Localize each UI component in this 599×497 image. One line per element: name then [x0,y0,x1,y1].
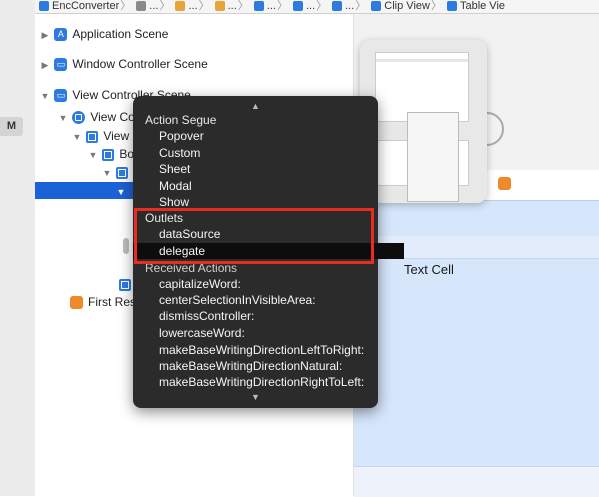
storyboard-icon [175,1,186,11]
action-item[interactable]: centerSelectionInVisibleArea: [133,292,404,308]
scroll-up-arrow-icon[interactable]: ▲ [133,101,378,111]
action-item[interactable]: dismissController: [133,308,404,324]
source-control-badge: M [0,117,23,136]
jumpbar-item[interactable]: ... [306,0,315,12]
jump-bar: EncConverter〉 ...〉 ...〉 ...〉 ...〉 ...〉 ...〉 Cli… [35,0,599,14]
view-controller-icon [72,111,86,125]
storyboard-icon [214,1,225,11]
outline-label: View Co [90,110,135,124]
outline-row-view-controller[interactable]: ▼ View Co [57,108,135,126]
outline-label: Bo [119,147,135,161]
segue-sheet[interactable]: Sheet [133,161,404,177]
window-scene-icon: ▭ [54,58,68,72]
jumpbar-item[interactable]: ... [149,0,158,12]
chevron-right-icon: 〉 [430,0,442,12]
clip-view-icon [116,166,129,179]
segue-modal[interactable]: Modal [133,178,404,194]
jumpbar-item[interactable]: Table Vie [460,0,505,12]
outline-row-first-responder[interactable]: First Res [70,293,136,311]
outline-row-application-scene[interactable]: ▶ A Application Scene [39,25,168,43]
chevron-right-icon: 〉 [355,0,367,12]
disclosure-right-icon[interactable]: ▶ [39,26,51,44]
disclosure-down-icon[interactable]: ▼ [101,164,113,182]
action-item[interactable]: lowercaseWord: [133,325,404,341]
action-item[interactable]: makeBaseWritingDirectionLeftToRight: [133,342,404,358]
jumpbar-item[interactable]: EncConverter [52,0,119,12]
scene-icon [253,1,264,11]
table-column-icon [119,278,131,291]
view-icon [86,130,99,143]
jumpbar-item[interactable]: ... [228,0,237,12]
outline-row-clip-view[interactable]: ▼ [101,163,133,181]
jumpbar-item[interactable]: ... [345,0,354,12]
segue-custom[interactable]: Custom [133,145,404,161]
outlets-highlight-box [134,208,374,264]
text-cell[interactable]: Text Cell [404,262,454,277]
disclosure-down-icon[interactable]: ▼ [57,109,69,127]
folder-icon [136,1,147,11]
chevron-right-icon: 〉 [316,0,328,12]
thumbnail-overlay [407,112,459,202]
chevron-right-icon: 〉 [159,0,171,12]
scroll-view-icon [102,148,115,161]
outline-row-bordered-scroll-view[interactable]: ▼ Bo [87,145,135,164]
chevron-right-icon: 〉 [276,0,288,12]
canvas-bottom-strip [354,466,599,497]
outline-row-table-view[interactable]: ▼ [115,182,127,200]
left-gutter [0,0,36,496]
view-icon [332,1,343,11]
chevron-right-icon: 〉 [198,0,210,12]
project-icon [39,1,49,11]
disclosure-right-icon[interactable]: ▶ [39,56,51,74]
table-view-icon [446,1,457,11]
chevron-right-icon: 〉 [120,0,132,12]
outline-row-window-controller-scene[interactable]: ▶ ▭ Window Controller Scene [39,55,208,73]
scroll-down-arrow-icon[interactable]: ▼ [133,392,378,402]
jumpbar-item[interactable]: ... [267,0,276,12]
outline-label: Application Scene [72,27,169,41]
outline-label: First Res [88,295,136,309]
jumpbar-item[interactable]: Clip View [384,0,430,12]
chevron-right-icon: 〉 [237,0,249,12]
clip-view-icon [371,1,382,11]
segue-popover[interactable]: Popover [133,128,404,144]
disclosure-down-icon[interactable]: ▼ [71,128,83,146]
first-responder-dock-icon[interactable] [498,177,511,190]
outline-row-view[interactable]: ▼ View [71,127,130,146]
outline-label: View [103,129,130,143]
disclosure-down-icon[interactable]: ▼ [39,87,51,105]
section-action-segue: Action Segue [145,113,217,127]
application-scene-icon: A [54,28,68,42]
disclosure-down-icon[interactable]: ▼ [115,183,127,201]
scroller-knob[interactable] [123,238,129,254]
view-controller-icon [292,1,303,11]
thumbnail-titlebar [376,59,468,62]
outline-label: Window Controller Scene [72,57,208,71]
action-item[interactable]: makeBaseWritingDirectionRightToLeft: [133,374,404,390]
jumpbar-item[interactable]: ... [188,0,197,12]
view-scene-icon: ▭ [54,89,68,103]
action-item[interactable]: makeBaseWritingDirectionNatural: [133,358,404,374]
disclosure-down-icon[interactable]: ▼ [87,146,99,164]
first-responder-icon [70,296,83,310]
action-item[interactable]: capitalizeWord: [133,276,404,292]
